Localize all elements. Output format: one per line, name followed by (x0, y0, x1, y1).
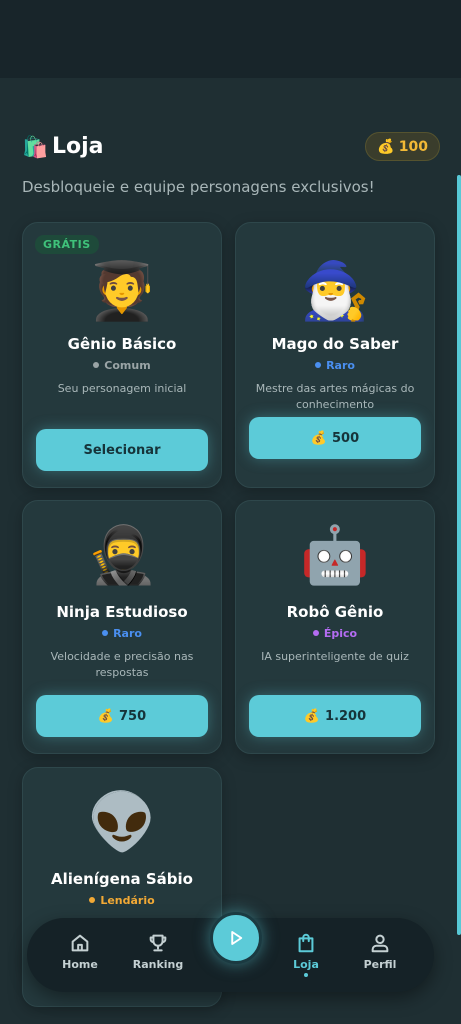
nav-label: Ranking (132, 958, 184, 971)
rarity-text: Épico (323, 627, 358, 640)
character-description: Velocidade e precisão nas respostas (50, 650, 194, 679)
character-name: Alienígena Sábio (51, 870, 193, 888)
nav-item-ranking[interactable]: Ranking (126, 932, 190, 982)
coins-badge: 💰 100 (365, 132, 440, 161)
page-subtitle: Desbloqueie e equipe personagens exclusi… (22, 178, 375, 196)
select-button[interactable]: Selecionar (36, 429, 208, 471)
nav-item-perfil[interactable]: Perfil (348, 932, 412, 982)
character-name: Mago do Saber (271, 335, 399, 353)
rarity-label: Lendário (23, 894, 221, 907)
rarity-dot (315, 362, 322, 368)
home-icon (71, 934, 89, 952)
buy-button[interactable]: 💰 1.200 (249, 695, 421, 737)
buy-button[interactable]: 💰 500 (249, 417, 421, 459)
nav-label: Perfil (363, 958, 397, 971)
rarity-label: Comum (23, 359, 221, 372)
shopping-bag-icon (298, 933, 314, 953)
page-header: 🛍️ Loja 💰 100 (22, 130, 440, 166)
nav-label: Loja (293, 958, 319, 971)
nav-label: Home (62, 958, 98, 971)
rarity-dot (93, 362, 100, 368)
select-button-label: Selecionar (83, 442, 161, 458)
rarity-text: Raro (326, 359, 355, 372)
trophy-icon (149, 934, 167, 952)
money-bag-icon: 💰 (97, 708, 115, 724)
student-avatar-icon: 🧑‍🎓 (87, 259, 157, 324)
rarity-text: Raro (113, 627, 142, 640)
character-description: IA superinteligente de quiz (261, 650, 409, 663)
mage-avatar-icon: 🧙‍♂️ (300, 259, 370, 324)
status-area (0, 0, 461, 78)
buy-button[interactable]: 💰 750 (36, 695, 208, 737)
rarity-dot (102, 630, 109, 636)
character-name: Robô Gênio (286, 603, 384, 621)
shopping-bags-icon: 🛍️ (22, 135, 49, 159)
character-description: Seu personagem inicial (57, 382, 187, 395)
alien-avatar-icon: 👽 (87, 790, 157, 855)
page-title: Loja (52, 134, 104, 159)
play-button[interactable] (210, 912, 262, 964)
character-description: Mestre das artes mágicas do conhecimento (255, 382, 415, 411)
scrollbar[interactable] (457, 175, 461, 935)
character-card-robo-genio: 🤖 Robô Gênio Épico IA superinteligente d… (235, 500, 435, 754)
rarity-text: Lendário (100, 894, 155, 907)
character-name: Gênio Básico (67, 335, 177, 353)
rarity-label: Épico (236, 627, 434, 640)
free-badge: GRÁTIS (35, 235, 99, 254)
nav-item-loja[interactable]: Loja (274, 932, 338, 982)
rarity-dot (89, 897, 96, 903)
rarity-label: Raro (236, 359, 434, 372)
price-label: 500 (332, 430, 360, 446)
money-bag-icon: 💰 (303, 708, 321, 724)
price-label: 750 (119, 708, 147, 724)
price-label: 1.200 (325, 708, 367, 724)
money-bag-icon: 💰 (310, 430, 328, 446)
play-icon (231, 931, 243, 945)
coins-amount: 100 (398, 138, 428, 155)
nav-item-home[interactable]: Home (48, 932, 112, 982)
rarity-dot (312, 630, 319, 636)
rarity-label: Raro (23, 627, 221, 640)
ninja-avatar-icon: 🥷 (87, 523, 157, 588)
rarity-text: Comum (104, 359, 151, 372)
character-name: Ninja Estudioso (56, 603, 188, 621)
character-card-genio-basico: GRÁTIS 🧑‍🎓 Gênio Básico Comum Seu person… (22, 222, 222, 488)
user-icon (371, 934, 389, 953)
money-bag-icon: 💰 (377, 138, 395, 155)
active-indicator (304, 973, 308, 977)
character-card-ninja-estudioso: 🥷 Ninja Estudioso Raro Velocidade e prec… (22, 500, 222, 754)
robot-avatar-icon: 🤖 (300, 523, 370, 588)
character-card-mago-do-saber: 🧙‍♂️ Mago do Saber Raro Mestre das artes… (235, 222, 435, 488)
bottom-navigation: Home Ranking Loja Perfil (27, 912, 434, 992)
